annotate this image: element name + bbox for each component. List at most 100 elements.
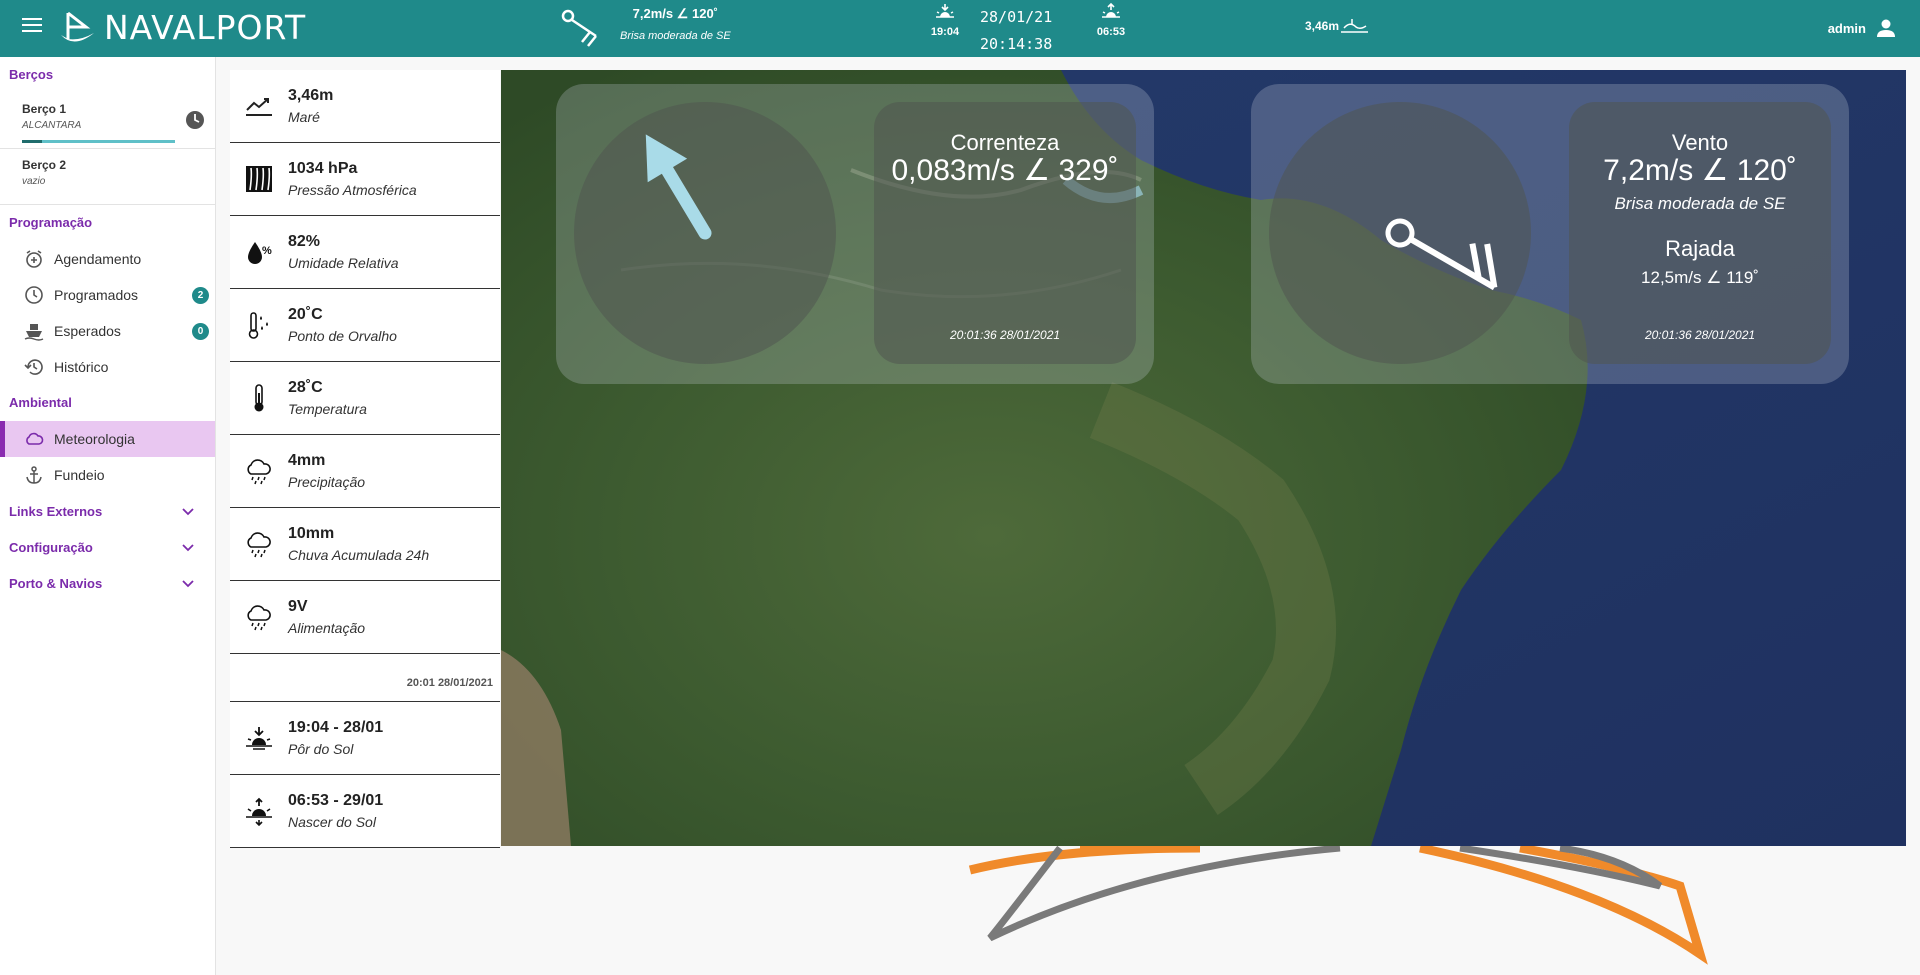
user-name: admin bbox=[1827, 20, 1866, 36]
measurement-row: 28˚C Temperatura bbox=[230, 362, 500, 435]
nav-programados[interactable]: Programados 2 bbox=[0, 277, 215, 313]
wind-info: Vento 7,2m/s ∠ 120˚ Brisa moderada de SE… bbox=[1569, 102, 1831, 364]
environment-title: Ambiental bbox=[9, 395, 72, 410]
count-badge: 0 bbox=[192, 323, 209, 340]
measurement-label: Temperatura bbox=[288, 401, 367, 417]
rain-cloud-icon bbox=[247, 532, 271, 558]
wind-value: 7,2m/s ∠ 120˚ bbox=[1603, 154, 1797, 187]
collapse-links-externos[interactable]: Links Externos bbox=[0, 493, 215, 529]
calendar-plus-icon bbox=[26, 250, 42, 268]
measurements-timestamp: 20:01 28/01/2021 bbox=[230, 654, 500, 702]
measurement-label: Precipitação bbox=[288, 474, 366, 490]
header-tide: 3,46m bbox=[1305, 17, 1370, 35]
collapse-porto-navios[interactable]: Porto & Navios bbox=[0, 565, 215, 601]
measurement-row: 9V Alimentação bbox=[230, 581, 500, 654]
measurements-panel: 3,46m Maré 1034 hPa Pressão Atmosférica % … bbox=[230, 70, 500, 848]
header-datetime: 28/01/21 20:14:38 bbox=[980, 4, 1052, 58]
sunset-icon bbox=[246, 727, 272, 750]
ship-icon bbox=[24, 324, 44, 341]
sidebar: Berços Berço 1 ALCANTARA Berço 2 vazio P… bbox=[0, 57, 216, 975]
compass-decoration bbox=[968, 846, 1708, 965]
berth-name: Berço 1 bbox=[22, 102, 67, 116]
measurement-row: 10mm Chuva Acumulada 24h bbox=[230, 508, 500, 581]
chevron-down-icon bbox=[182, 508, 194, 516]
measurement-row: 4mm Precipitação bbox=[230, 435, 500, 508]
dew-point-icon bbox=[248, 312, 268, 339]
header-sunset: 19:04 bbox=[925, 2, 965, 38]
gust-value: 12,5m/s ∠ 119˚ bbox=[1641, 268, 1759, 287]
wind-barb-icon bbox=[561, 9, 597, 47]
current-card: Correnteza 0,083m/s ∠ 329˚ 20:01:36 28/0… bbox=[556, 84, 1154, 384]
rain-cloud-icon bbox=[247, 605, 271, 631]
measurement-value: 9V bbox=[288, 598, 308, 615]
current-dial-svg bbox=[645, 134, 712, 240]
current-title: Correnteza bbox=[950, 130, 1060, 155]
measurement-value: 82% bbox=[288, 233, 321, 250]
nav-label: Programados bbox=[54, 287, 139, 303]
measurement-row: 3,46m Maré bbox=[230, 70, 500, 143]
sunset-icon bbox=[936, 4, 954, 18]
pressure-icon bbox=[246, 166, 272, 192]
current-info: Correnteza 0,083m/s ∠ 329˚ 20:01:36 28/0… bbox=[874, 102, 1136, 364]
sun-event-row: 06:53 - 29/01 Nascer do Sol bbox=[230, 775, 500, 848]
user-menu[interactable]: admin bbox=[1828, 18, 1896, 38]
sun-event-row: 19:04 - 28/01 Pôr do Sol bbox=[230, 702, 500, 775]
ship-logo-icon bbox=[61, 11, 94, 42]
collapse-configuracao[interactable]: Configuração bbox=[0, 529, 215, 565]
sunrise-time: 06:53 bbox=[1096, 26, 1126, 38]
rain-cloud-icon bbox=[247, 459, 271, 485]
nav-historico[interactable]: Histórico bbox=[0, 349, 215, 385]
header-tide-value: 3,46m bbox=[1305, 19, 1340, 33]
nav-meteorologia[interactable]: Meteorologia bbox=[0, 421, 215, 457]
sun-event-value: 06:53 - 29/01 bbox=[288, 792, 384, 809]
nav-agendamento[interactable]: Agendamento bbox=[0, 241, 215, 277]
sunrise-icon bbox=[246, 797, 272, 826]
measurement-label: Chuva Acumulada 24h bbox=[288, 547, 430, 563]
berth-item[interactable]: Berço 1 ALCANTARA bbox=[0, 93, 215, 149]
brand-logo[interactable]: NAVALPORT bbox=[60, 8, 306, 47]
collapse-label: Porto & Navios bbox=[9, 575, 103, 591]
gust-title: Rajada bbox=[1665, 236, 1735, 261]
header-wind-value: 7,2m/s ∠ 120˚ bbox=[632, 6, 719, 21]
measurement-value: 10mm bbox=[288, 525, 335, 542]
sun-event-label: Nascer do Sol bbox=[288, 814, 376, 830]
measurement-label: Ponto de Orvalho bbox=[288, 328, 397, 344]
thermometer-icon bbox=[254, 384, 264, 412]
nav-fundeio[interactable]: Fundeio bbox=[0, 457, 215, 493]
collapse-label: Configuração bbox=[9, 539, 93, 555]
wind-desc: Brisa moderada de SE bbox=[1614, 194, 1786, 213]
wind-card: Vento 7,2m/s ∠ 120˚ Brisa moderada de SE… bbox=[1251, 84, 1849, 384]
clock-icon[interactable] bbox=[185, 110, 205, 130]
chevron-down-icon bbox=[182, 580, 194, 588]
measurement-value: 4mm bbox=[288, 452, 326, 469]
user-icon bbox=[1877, 19, 1895, 37]
berth-status: ALCANTARA bbox=[22, 120, 82, 131]
tide-icon bbox=[1341, 19, 1369, 33]
berth-item[interactable]: Berço 2 vazio bbox=[0, 149, 215, 205]
cloud-icon bbox=[26, 432, 44, 445]
collapse-label: Links Externos bbox=[9, 503, 103, 519]
measurement-label: Umidade Relativa bbox=[288, 255, 399, 271]
wind-barb-icon bbox=[1385, 218, 1498, 291]
current-value: 0,083m/s ∠ 329˚ bbox=[891, 154, 1119, 187]
history-icon bbox=[24, 359, 43, 375]
tide-chart-icon bbox=[246, 98, 272, 116]
nav-esperados[interactable]: Esperados 0 bbox=[0, 313, 215, 349]
measurement-value: 20˚C bbox=[288, 306, 323, 323]
header-wind-desc: Brisa moderada de SE bbox=[620, 30, 731, 42]
nav-label: Fundeio bbox=[54, 467, 105, 483]
chevron-down-icon bbox=[182, 544, 194, 552]
humidity-icon: % bbox=[248, 242, 272, 264]
menu-icon[interactable] bbox=[22, 18, 42, 34]
berth-status: vazio bbox=[22, 176, 46, 187]
brand-name: NAVALPORT bbox=[104, 8, 307, 47]
current-dial bbox=[574, 102, 836, 364]
wind-dial-svg bbox=[1385, 218, 1498, 291]
satellite-map[interactable]: Correnteza 0,083m/s ∠ 329˚ 20:01:36 28/0… bbox=[501, 70, 1906, 846]
nav-label: Meteorologia bbox=[54, 431, 135, 447]
wind-title: Vento bbox=[1671, 130, 1729, 155]
wind-timestamp: 20:01:36 28/01/2021 bbox=[1644, 328, 1756, 342]
measurement-value: 1034 hPa bbox=[288, 160, 358, 177]
count-badge: 2 bbox=[192, 287, 209, 304]
nav-label: Agendamento bbox=[54, 251, 142, 267]
